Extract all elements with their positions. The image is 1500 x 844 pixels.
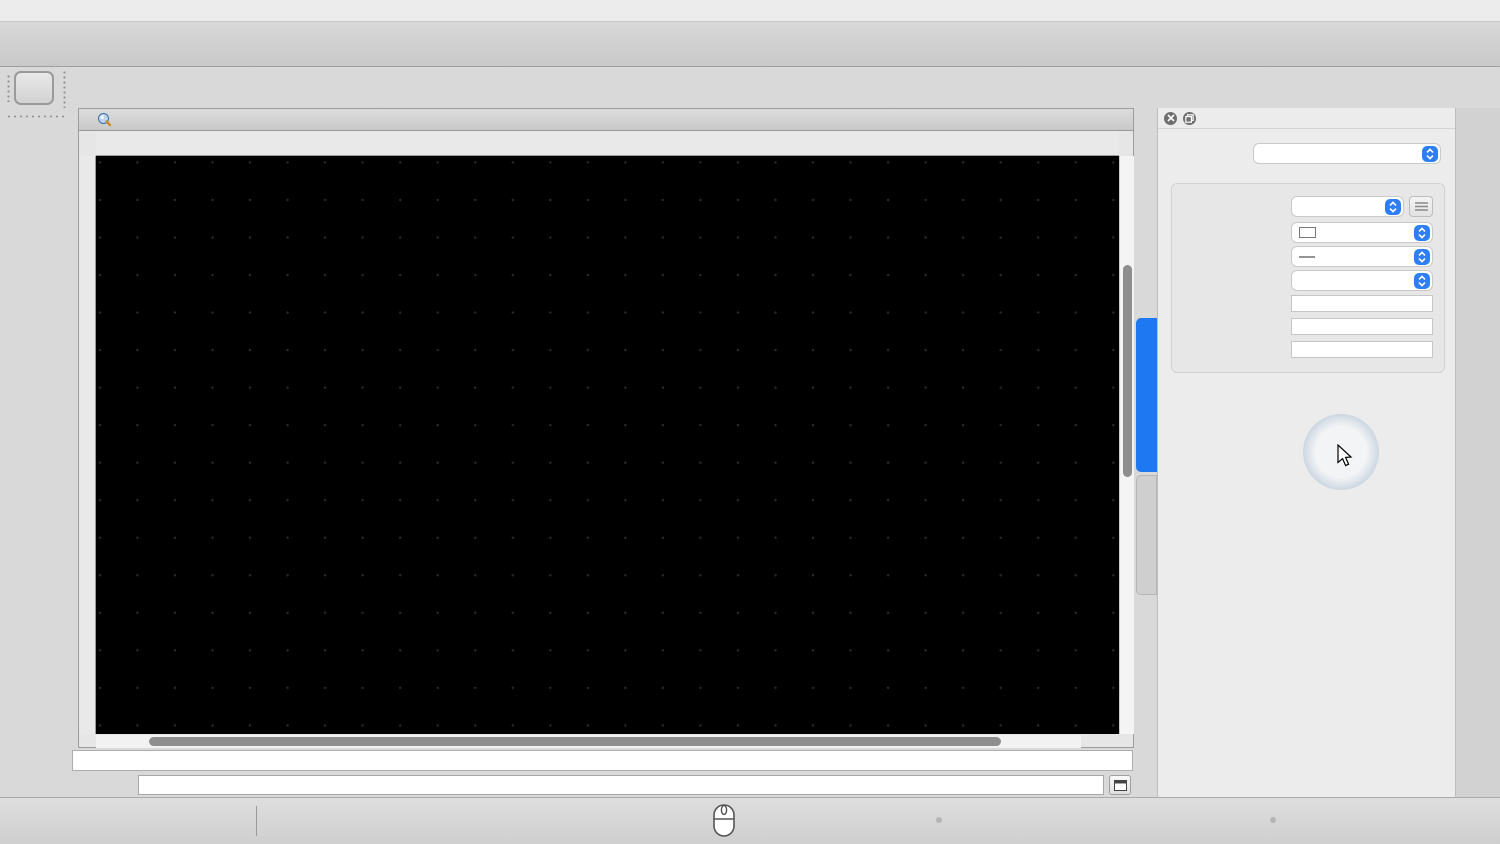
layer-menu-button[interactable]: [1409, 196, 1433, 217]
mouse-cursor: [1337, 443, 1354, 473]
vertical-ruler: [79, 156, 96, 734]
main-toolbar: [0, 22, 1500, 67]
color-swatch-icon: [1299, 227, 1316, 238]
line-width-icon: [1299, 255, 1315, 258]
command-history: [72, 750, 1133, 771]
status-dot: [1270, 817, 1276, 823]
statusbar-separator: [256, 806, 257, 836]
menu-bar: [0, 0, 1500, 22]
palette-drag-handle[interactable]: [6, 114, 64, 119]
panel-float-button[interactable]: [1183, 111, 1196, 125]
type-scale-field[interactable]: [1291, 295, 1433, 312]
line-width-dropdown[interactable]: [1291, 246, 1433, 267]
horizontal-ruler: [96, 131, 1119, 156]
tab-property-editor[interactable]: [1136, 318, 1157, 472]
stepper-icon: [1414, 273, 1430, 289]
document-icon: [97, 112, 112, 130]
vertical-scrollbar[interactable]: [1119, 156, 1134, 734]
toolbar-drag-handle[interactable]: [6, 74, 11, 102]
panel-close-button[interactable]: [1164, 111, 1177, 125]
selection-dropdown[interactable]: [1253, 143, 1441, 164]
toolbar-separator: [62, 70, 67, 108]
draw-order-field[interactable]: [1291, 318, 1433, 335]
selection-tool-button[interactable]: [14, 71, 54, 105]
stepper-icon: [1385, 199, 1401, 215]
tab-layer-list[interactable]: [1136, 475, 1157, 595]
line-type-dropdown[interactable]: [1291, 270, 1433, 291]
status-dot: [936, 817, 942, 823]
status-bar: [0, 797, 1500, 844]
handle-field[interactable]: [1291, 341, 1433, 358]
vertical-scrollbar-thumb[interactable]: [1123, 265, 1132, 477]
drawing-canvas[interactable]: [96, 156, 1119, 734]
command-input[interactable]: [138, 775, 1104, 795]
layer-dropdown[interactable]: [1291, 196, 1404, 217]
command-window-button[interactable]: [1109, 775, 1131, 795]
command-console: [72, 750, 1133, 797]
drawing-window-titlebar[interactable]: [79, 109, 1133, 131]
dock-strip: [1455, 108, 1500, 797]
panel-header: [1158, 108, 1455, 129]
mouse-icon: [707, 801, 741, 843]
hamburger-icon: [1414, 202, 1428, 211]
stepper-icon: [1422, 146, 1438, 162]
stepper-icon: [1414, 225, 1430, 241]
color-dropdown[interactable]: [1291, 222, 1433, 243]
horizontal-scrollbar[interactable]: [96, 735, 1081, 748]
stepper-icon: [1414, 249, 1430, 265]
horizontal-scrollbar-thumb[interactable]: [149, 737, 1001, 746]
drawing-window: [78, 108, 1134, 748]
console-window-icon: [1113, 779, 1127, 791]
